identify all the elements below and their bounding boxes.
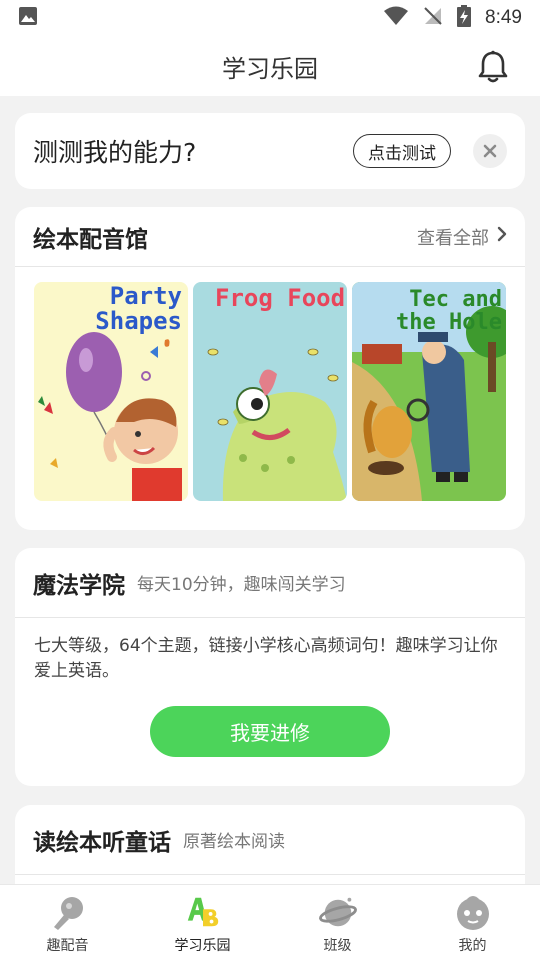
battery-charging-icon [457, 5, 472, 31]
frog-food-illustration [207, 348, 347, 501]
nav-item-learning-park[interactable]: 学习乐园 [135, 885, 270, 960]
app-header: 学习乐园 [0, 36, 540, 96]
book-title: Party Shapes [95, 282, 182, 336]
abc-icon [184, 895, 222, 931]
section-header: 读绘本听童话 原著绘本阅读 [15, 805, 525, 875]
status-bar: 8:49 [0, 0, 540, 36]
book-cover-tec-and-the-hole[interactable]: Tec and the Hole [352, 282, 506, 501]
chevron-right-icon [497, 226, 507, 247]
see-all-link[interactable]: 查看全部 [417, 224, 507, 250]
nav-label: 我的 [458, 938, 487, 954]
book-cover-frog-food[interactable]: Frog Food [193, 282, 347, 501]
section-subtitle: 原著绘本阅读 [183, 832, 285, 852]
nav-item-dubbing[interactable]: 趣配音 [0, 885, 135, 960]
picture-book-dubbing-card: 绘本配音馆 查看全部 Party Shapes Frog Food Tec an… [15, 207, 525, 530]
nav-item-class[interactable]: 班级 [270, 885, 405, 960]
section-header: 魔法学院 每天10分钟，趣味闯关学习 [15, 548, 525, 618]
page-title: 学习乐园 [222, 54, 318, 83]
book-title: Tec and the Hole [396, 287, 502, 336]
status-time: 8:49 [485, 7, 522, 28]
book-cover-party-shapes[interactable]: Party Shapes [34, 282, 188, 501]
section-title: 魔法学院 [33, 572, 125, 599]
microphone-icon [49, 895, 87, 931]
nav-label: 趣配音 [46, 938, 89, 954]
bottom-nav: 趣配音 学习乐园 班级 我的 [0, 884, 540, 960]
magic-academy-card: 魔法学院 每天10分钟，趣味闯关学习 七大等级，64个主题，链接小学核心高频词句… [15, 548, 525, 786]
image-icon [18, 6, 38, 30]
section-title: 读绘本听童话 [33, 829, 171, 856]
ability-test-card: 测测我的能力? 点击测试 [15, 113, 525, 189]
enroll-button[interactable]: 我要进修 [150, 706, 390, 757]
see-all-label: 查看全部 [417, 227, 489, 249]
nav-label: 学习乐园 [174, 938, 231, 954]
section-header: 绘本配音馆 查看全部 [15, 207, 525, 267]
section-subtitle: 每天10分钟，趣味闯关学习 [137, 575, 346, 595]
start-test-button[interactable]: 点击测试 [353, 134, 451, 168]
planet-icon [318, 895, 357, 931]
nav-item-mine[interactable]: 我的 [405, 885, 540, 960]
section-title: 绘本配音馆 [33, 226, 148, 253]
ability-prompt: 测测我的能力? [33, 138, 197, 167]
no-signal-icon [423, 6, 443, 30]
close-icon[interactable] [473, 134, 507, 168]
bell-icon[interactable] [476, 50, 510, 84]
profile-face-icon [454, 895, 492, 931]
wifi-icon [383, 6, 409, 30]
book-title: Frog Food [215, 284, 346, 312]
magic-academy-description: 七大等级，64个主题，链接小学核心高频词句！趣味学习让你爱上英语。 [34, 636, 498, 681]
nav-label: 班级 [323, 938, 352, 954]
